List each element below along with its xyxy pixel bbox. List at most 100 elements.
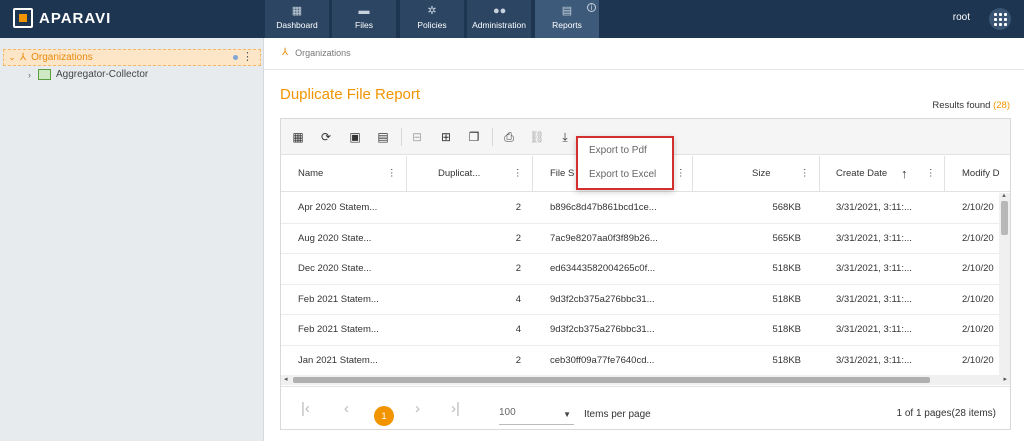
organization-icon: ⅄ <box>282 47 289 58</box>
nav-reports[interactable]: ▤ Reports i <box>535 0 599 38</box>
kebab-menu-icon[interactable]: ⋮ <box>242 51 253 64</box>
refresh-icon[interactable]: ⟳ <box>318 129 334 145</box>
cell-create-date: 3/31/2021, 3:11:... <box>836 202 912 213</box>
column-header-size[interactable]: Size <box>752 156 782 192</box>
sort-ascending-icon[interactable]: ↑ <box>901 156 908 192</box>
previous-page-icon[interactable]: ‹ <box>344 401 349 416</box>
scroll-left-icon[interactable]: ◂ <box>284 375 288 383</box>
chevron-down-icon[interactable]: ⌄ <box>4 52 20 63</box>
save-icon[interactable]: ▣ <box>347 129 363 145</box>
breadcrumb-label[interactable]: Organizations <box>295 48 351 58</box>
tree-item-aggregator-label: Aggregator-Collector <box>56 69 149 80</box>
results-found: Results found (28) <box>932 100 1010 111</box>
column-header-duplicates[interactable]: Duplicat... <box>438 156 498 192</box>
print-icon[interactable]: ⎙ <box>501 129 517 145</box>
logo-text: APARAVI <box>39 9 112 27</box>
page-size-value: 100 <box>499 407 516 418</box>
cell-modify-date: 2/10/20 <box>962 354 994 366</box>
horizontal-scroll-thumb[interactable] <box>293 377 930 383</box>
folder-icon: ▬ <box>358 5 370 17</box>
table-row[interactable]: Dec 2020 State... 2 ed63443582004265c0f.… <box>281 254 999 285</box>
cell-name: Feb 2021 Statem... <box>298 293 379 305</box>
save-as-icon[interactable]: ▤ <box>375 129 391 145</box>
cell-modify-date: 2/10/20 <box>962 202 994 213</box>
cell-create-date: 3/31/2021, 3:11:... <box>836 263 912 274</box>
page-title: Duplicate File Report <box>280 86 421 103</box>
export-menu: Export to Pdf Export to Excel <box>576 136 674 190</box>
copy-icon[interactable]: ❐ <box>466 129 482 145</box>
logo-mark-icon <box>13 8 33 28</box>
cell-size: 565KB <box>772 232 801 244</box>
tree-item-aggregator-collector[interactable]: › Aggregator-Collector <box>28 69 148 80</box>
aparavi-logo[interactable]: APARAVI <box>13 8 111 28</box>
cell-create-date: 3/31/2021, 3:11:... <box>836 354 912 366</box>
column-menu-icon[interactable]: ⋮ <box>387 156 397 192</box>
download-icon[interactable]: ⤓ <box>557 129 573 145</box>
column-header-modify-date[interactable]: Modify D <box>962 156 1010 192</box>
results-label: Results found <box>932 100 991 111</box>
cell-name: Apr 2020 Statem... <box>298 202 378 213</box>
cell-signature: ed63443582004265c0f... <box>550 263 656 274</box>
column-menu-icon[interactable]: ⋮ <box>926 156 936 192</box>
top-bar: APARAVI ▦ Dashboard ▬ Files ✲ Policies ●… <box>0 0 1024 38</box>
vertical-scroll-thumb[interactable] <box>1001 201 1008 235</box>
column-menu-icon[interactable]: ⋮ <box>800 156 810 192</box>
cell-duplicates: 2 <box>515 354 521 366</box>
organization-icon: ⅄ <box>20 52 27 63</box>
chevron-right-icon[interactable]: › <box>28 70 31 80</box>
items-per-page-label: Items per page <box>584 409 651 420</box>
scroll-right-icon[interactable]: ▸ <box>1003 375 1007 383</box>
cell-create-date: 3/31/2021, 3:11:... <box>836 324 912 335</box>
column-menu-icon[interactable]: ⋮ <box>676 156 686 192</box>
table-row[interactable]: Feb 2021 Statem... 4 9d3f2cb375a276bbc31… <box>281 285 999 315</box>
table-row[interactable]: Feb 2021 Statem... 4 9d3f2cb375a276bbc31… <box>281 315 999 346</box>
cell-size: 518KB <box>772 293 801 305</box>
breadcrumb: ⅄ Organizations <box>282 47 351 58</box>
last-page-icon[interactable]: ›| <box>451 401 460 416</box>
nav-files-label: Files <box>355 20 373 30</box>
nav-dashboard-label: Dashboard <box>276 20 318 30</box>
tree-item-organizations[interactable]: ⌄ ⅄ Organizations ⋮ <box>3 49 261 66</box>
column-separator <box>406 156 407 192</box>
vertical-scrollbar[interactable]: ▲ <box>999 193 1010 375</box>
current-page[interactable]: 1 <box>374 406 394 426</box>
cell-modify-date: 2/10/20 <box>962 232 994 244</box>
column-name-label: Name <box>298 168 324 179</box>
cell-signature: ceb30ff09a77fe7640cd... <box>550 354 655 366</box>
apps-grid-button[interactable] <box>989 8 1011 30</box>
column-duplicates-label: Duplicat... <box>438 168 481 179</box>
caret-down-icon: ▼ <box>563 410 571 419</box>
table-icon[interactable]: ▦ <box>290 129 306 145</box>
table-row[interactable]: Aug 2020 State... 2 7ac9e8207aa0f3f89b26… <box>281 224 999 254</box>
table-row[interactable]: Apr 2020 Statem... 2 b896c8d47b861bcd1ce… <box>281 193 999 224</box>
nav-policies[interactable]: ✲ Policies <box>400 0 464 38</box>
scroll-up-icon[interactable]: ▲ <box>1001 193 1007 199</box>
column-separator <box>819 156 820 192</box>
horizontal-scrollbar[interactable]: ◂ ▸ <box>281 375 1010 385</box>
info-icon[interactable]: i <box>587 3 596 12</box>
cell-create-date: 3/31/2021, 3:11:... <box>836 293 912 305</box>
collapse-icon: ⊟ <box>411 130 423 144</box>
cell-size: 518KB <box>772 324 801 335</box>
table-row[interactable]: Jan 2021 Statem... 2 ceb30ff09a77fe7640c… <box>281 346 999 376</box>
export-excel-item[interactable]: Export to Excel <box>589 169 656 180</box>
cell-signature: 9d3f2cb375a276bbc31... <box>550 293 655 305</box>
column-signature-label: File S <box>550 168 575 179</box>
column-header-create-date[interactable]: Create Date <box>836 156 906 192</box>
nav-files[interactable]: ▬ Files <box>332 0 396 38</box>
user-name[interactable]: root <box>953 12 970 23</box>
status-dot-icon <box>233 55 238 60</box>
export-pdf-item[interactable]: Export to Pdf <box>589 145 647 156</box>
cell-duplicates: 4 <box>515 324 521 335</box>
column-menu-icon[interactable]: ⋮ <box>513 156 523 192</box>
nav-reports-label: Reports <box>552 20 582 30</box>
cell-modify-date: 2/10/20 <box>962 324 994 335</box>
nav-dashboard[interactable]: ▦ Dashboard <box>265 0 329 38</box>
cell-duplicates: 2 <box>515 263 521 274</box>
page-size-select[interactable]: 100 ▼ <box>499 407 574 425</box>
sidebar-tree: ⌄ ⅄ Organizations ⋮ › Aggregator-Collect… <box>0 38 264 441</box>
add-column-icon[interactable]: ⊞ <box>438 129 454 145</box>
nav-administration[interactable]: ●● Administration <box>467 0 531 38</box>
first-page-icon[interactable]: |‹ <box>301 401 310 416</box>
next-page-icon[interactable]: › <box>415 401 420 416</box>
